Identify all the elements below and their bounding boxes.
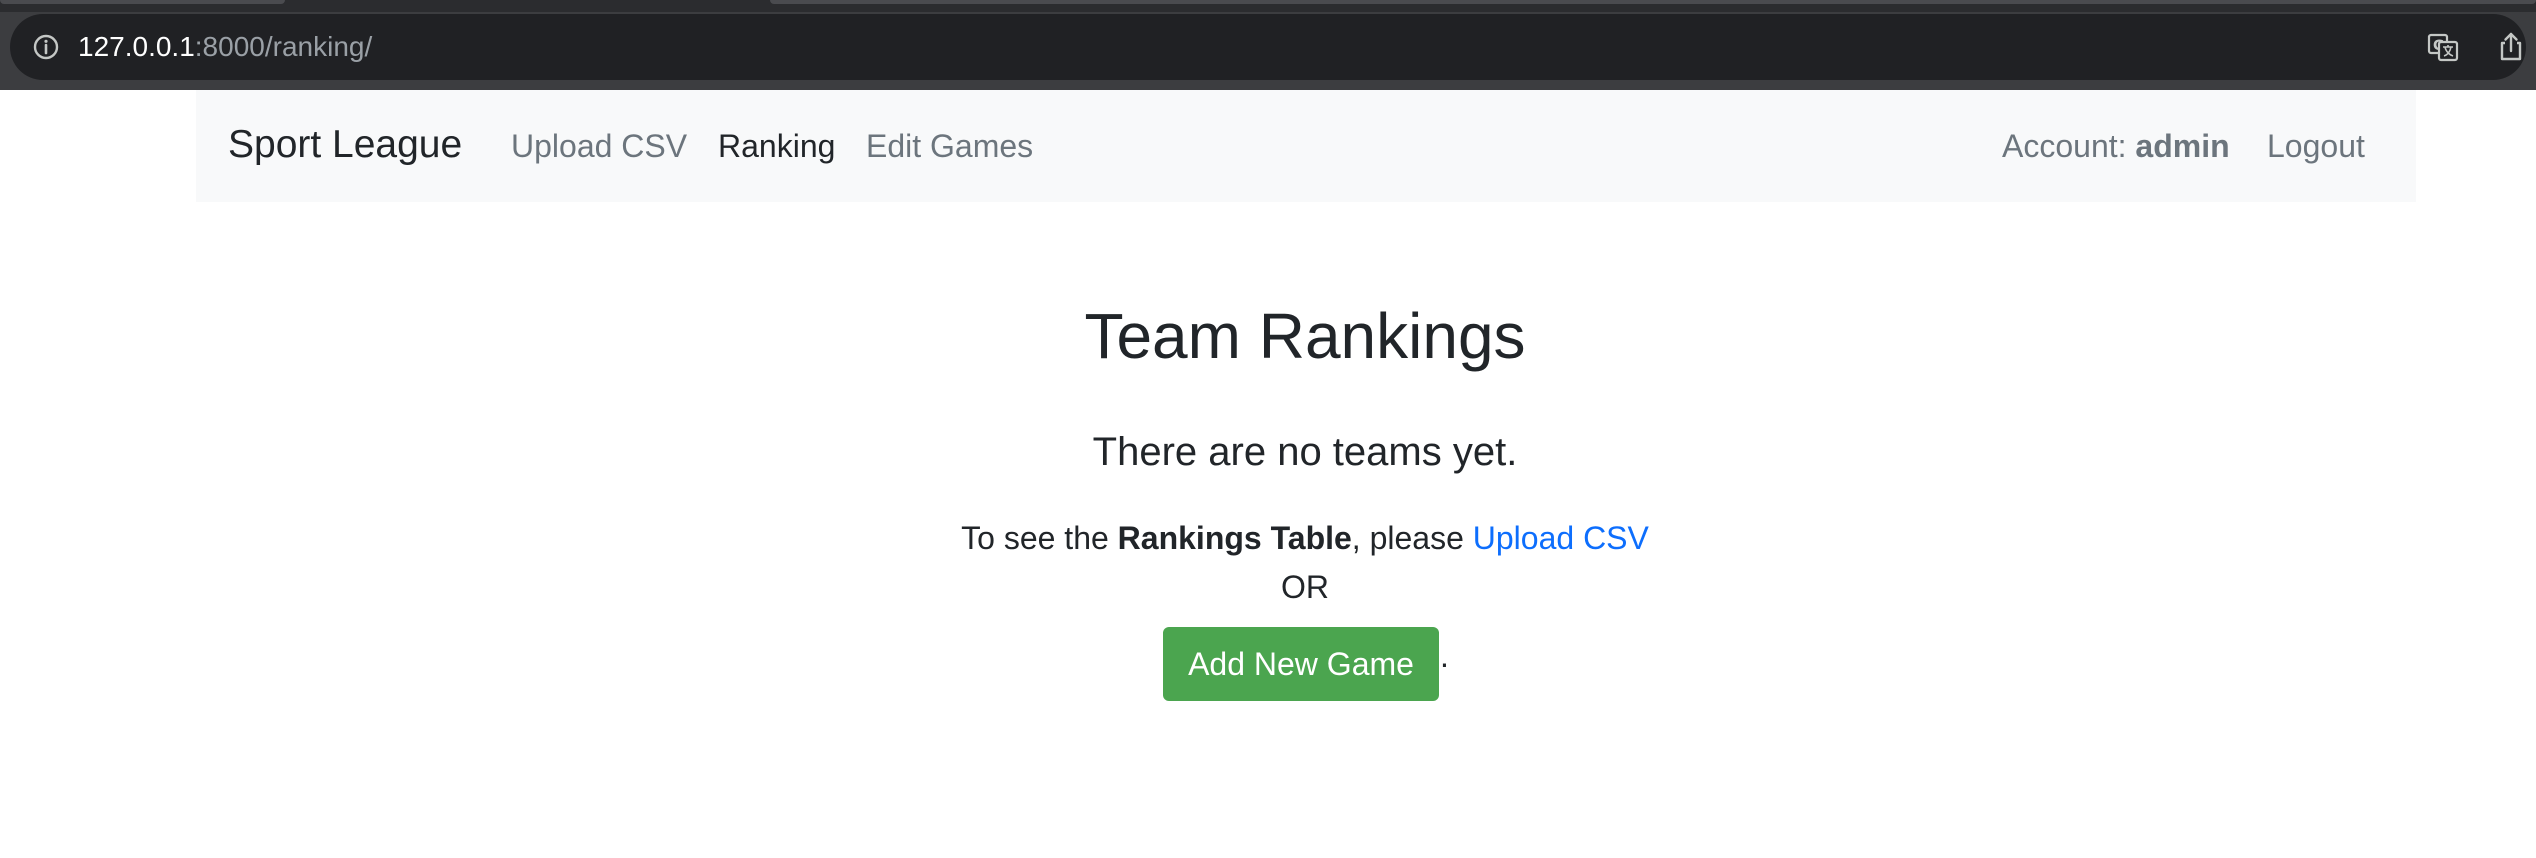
url-host: 127.0.0.1 (78, 31, 195, 62)
account-info: Account: admin (2002, 126, 2230, 166)
empty-state-message: There are no teams yet. (1092, 430, 1518, 474)
page-title: Team Rankings (1084, 300, 1526, 372)
add-new-game-button[interactable]: Add New Game (1163, 627, 1439, 701)
logout-link[interactable]: Logout (2267, 126, 2365, 166)
account-label: Account: (2002, 128, 2127, 164)
trailing-period: . (1440, 638, 1449, 674)
tab-strip (0, 0, 2536, 12)
account-username: admin (2135, 128, 2230, 164)
nav-ranking[interactable]: Ranking (718, 126, 835, 166)
or-separator: OR (1281, 569, 1329, 605)
share-icon[interactable] (2494, 30, 2528, 64)
upload-csv-link[interactable]: Upload CSV (1473, 520, 1649, 556)
instruction-bold: Rankings Table (1117, 520, 1352, 556)
instructions-text: To see the Rankings Table, please Upload… (0, 518, 2536, 558)
nav-edit-games[interactable]: Edit Games (866, 126, 1033, 166)
brand-link[interactable]: Sport League (228, 122, 462, 168)
url-path: :8000/ranking/ (194, 31, 373, 62)
tab-edge (0, 0, 285, 4)
nav-upload-csv[interactable]: Upload CSV (511, 126, 687, 166)
info-icon[interactable] (32, 33, 60, 61)
tab-edge (770, 0, 2536, 4)
translate-icon[interactable]: G (2426, 30, 2460, 64)
instruction-prefix: To see the (961, 520, 1109, 556)
browser-toolbar: 127.0.0.1:8000/ranking/ G (0, 0, 2536, 90)
instruction-middle: , please (1351, 520, 1464, 556)
address-bar[interactable]: 127.0.0.1:8000/ranking/ G (10, 14, 2526, 80)
navbar: Sport League Upload CSV Ranking Edit Gam… (196, 90, 2416, 202)
url-text[interactable]: 127.0.0.1:8000/ranking/ (78, 28, 372, 66)
